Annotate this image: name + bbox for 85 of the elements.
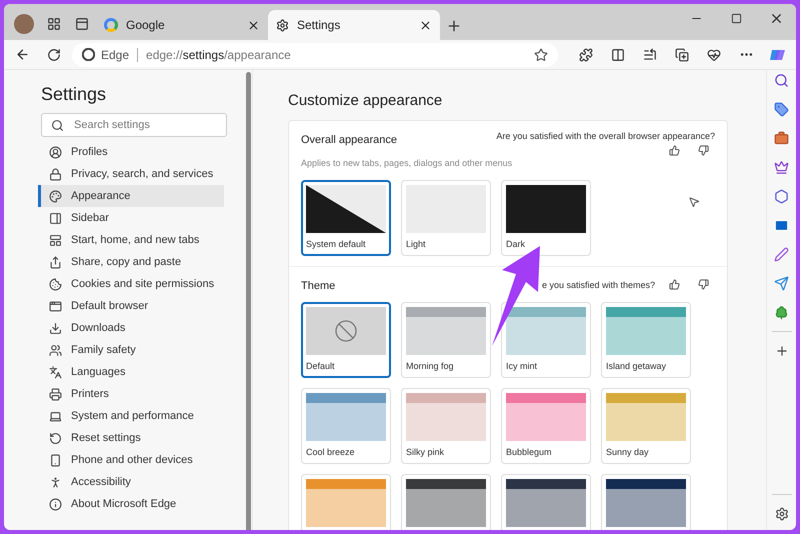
sidebar-item[interactable]: Appearance bbox=[38, 185, 224, 207]
mouse-cursor-icon bbox=[688, 196, 700, 208]
sidebar-item[interactable]: System and performance bbox=[38, 405, 224, 427]
menu-item-icon bbox=[49, 190, 62, 202]
profile-avatar[interactable] bbox=[14, 14, 34, 34]
theme-option[interactable]: Cool breeze bbox=[301, 388, 391, 464]
no-symbol-icon bbox=[334, 319, 358, 343]
address-bar[interactable]: Edge edge://settings/appearance bbox=[72, 42, 558, 66]
theme-option[interactable]: Silky pink bbox=[401, 388, 491, 464]
menu-item-icon bbox=[49, 432, 62, 444]
menu-item-icon bbox=[49, 234, 62, 246]
scrollbar-thumb[interactable] bbox=[246, 72, 251, 530]
sidebar-item[interactable]: Reset settings bbox=[38, 427, 224, 449]
appearance-option[interactable]: Light bbox=[401, 180, 491, 256]
thumbs-down-icon[interactable] bbox=[698, 145, 709, 156]
settings-icon bbox=[276, 18, 289, 32]
theme-option[interactable]: Island getaway bbox=[601, 302, 691, 378]
sidebar-item[interactable]: Printers bbox=[38, 383, 224, 405]
settings-heading: Settings bbox=[41, 84, 108, 105]
feedback-question: e you satisfied with themes? bbox=[542, 280, 655, 290]
appearance-option[interactable]: System default bbox=[301, 180, 391, 256]
feedback-question: Are you satisfied with the overall browser appearance? bbox=[496, 131, 715, 141]
menu-item-icon bbox=[49, 322, 62, 334]
option-label: Sunny day bbox=[606, 447, 650, 457]
browser-tab[interactable]: Google bbox=[96, 10, 268, 40]
sidebar-item[interactable]: Accessibility bbox=[38, 471, 224, 493]
theme-option[interactable]: Morning fog bbox=[401, 302, 491, 378]
close-icon[interactable] bbox=[247, 18, 260, 32]
option-label: Morning fog bbox=[406, 361, 455, 371]
sidebar-item[interactable]: Privacy, search, and services bbox=[38, 163, 224, 185]
menu-item-icon bbox=[49, 212, 62, 224]
option-label: Light bbox=[406, 239, 427, 249]
menu-item-icon bbox=[49, 146, 62, 158]
option-label: Dark bbox=[506, 239, 526, 249]
thumbs-up-icon[interactable] bbox=[669, 279, 680, 290]
option-label: System default bbox=[306, 239, 367, 249]
sidebar-item[interactable]: Languages bbox=[38, 361, 224, 383]
section-title: Theme bbox=[301, 280, 336, 292]
sidebar-item[interactable]: About Microsoft Edge bbox=[38, 493, 224, 515]
sidebar-item[interactable]: Profiles bbox=[38, 141, 224, 163]
menu-item-icon bbox=[49, 168, 62, 180]
menu-item-icon bbox=[49, 344, 62, 356]
option-label: Bubblegum bbox=[506, 447, 553, 457]
menu-item-icon bbox=[49, 256, 62, 268]
sidebar-item[interactable]: Downloads bbox=[38, 317, 224, 339]
menu-item-icon bbox=[49, 278, 62, 290]
sidebar-item[interactable]: Sidebar bbox=[38, 207, 224, 229]
menu-item-icon bbox=[49, 300, 62, 312]
google-icon bbox=[104, 18, 118, 32]
option-label: Cool breeze bbox=[306, 447, 356, 457]
section-description: Applies to new tabs, pages, dialogs and other menus bbox=[301, 158, 514, 168]
browser-tab[interactable]: Settings bbox=[268, 10, 440, 40]
theme-option[interactable]: Default bbox=[301, 302, 391, 378]
menu-item-icon bbox=[49, 388, 62, 400]
menu-item-icon bbox=[49, 410, 62, 422]
option-label: Silky pink bbox=[406, 447, 446, 457]
edge-logo-icon bbox=[82, 48, 95, 61]
menu-item-icon bbox=[49, 498, 62, 510]
url-text: edge://settings/appearance bbox=[146, 48, 292, 62]
option-label: Island getaway bbox=[606, 361, 668, 371]
thumbs-up-icon[interactable] bbox=[669, 145, 680, 156]
section-title: Overall appearance bbox=[301, 134, 398, 148]
favorite-star-icon[interactable] bbox=[534, 48, 548, 62]
sidebar-item[interactable]: Start, home, and new tabs bbox=[38, 229, 224, 251]
sidebar-item[interactable]: Share, copy and paste bbox=[38, 251, 224, 273]
menu-item-icon bbox=[49, 476, 62, 488]
option-label: Default bbox=[306, 361, 336, 371]
option-label: Icy mint bbox=[506, 361, 538, 371]
tab-title: Settings bbox=[297, 18, 342, 32]
sidebar-item[interactable]: Cookies and site permissions bbox=[38, 273, 224, 295]
search-field[interactable]: Search settings bbox=[41, 113, 227, 137]
menu-item-icon bbox=[49, 454, 62, 466]
site-label: Edge bbox=[101, 48, 138, 62]
menu-item-icon bbox=[49, 366, 62, 378]
theme-option[interactable]: Icy mint bbox=[501, 302, 591, 378]
thumbs-down-icon[interactable] bbox=[698, 279, 709, 290]
sidebar-item[interactable]: Family safety bbox=[38, 339, 224, 361]
tab-title: Google bbox=[126, 18, 166, 32]
theme-option[interactable]: Sunny day bbox=[601, 388, 691, 464]
appearance-option[interactable]: Dark bbox=[501, 180, 591, 256]
close-icon[interactable] bbox=[419, 18, 432, 32]
sidebar-item[interactable]: Default browser bbox=[38, 295, 224, 317]
theme-option[interactable]: Bubblegum bbox=[501, 388, 591, 464]
sidebar-item[interactable]: Phone and other devices bbox=[38, 449, 224, 471]
page-heading: Customize appearance bbox=[288, 92, 444, 109]
